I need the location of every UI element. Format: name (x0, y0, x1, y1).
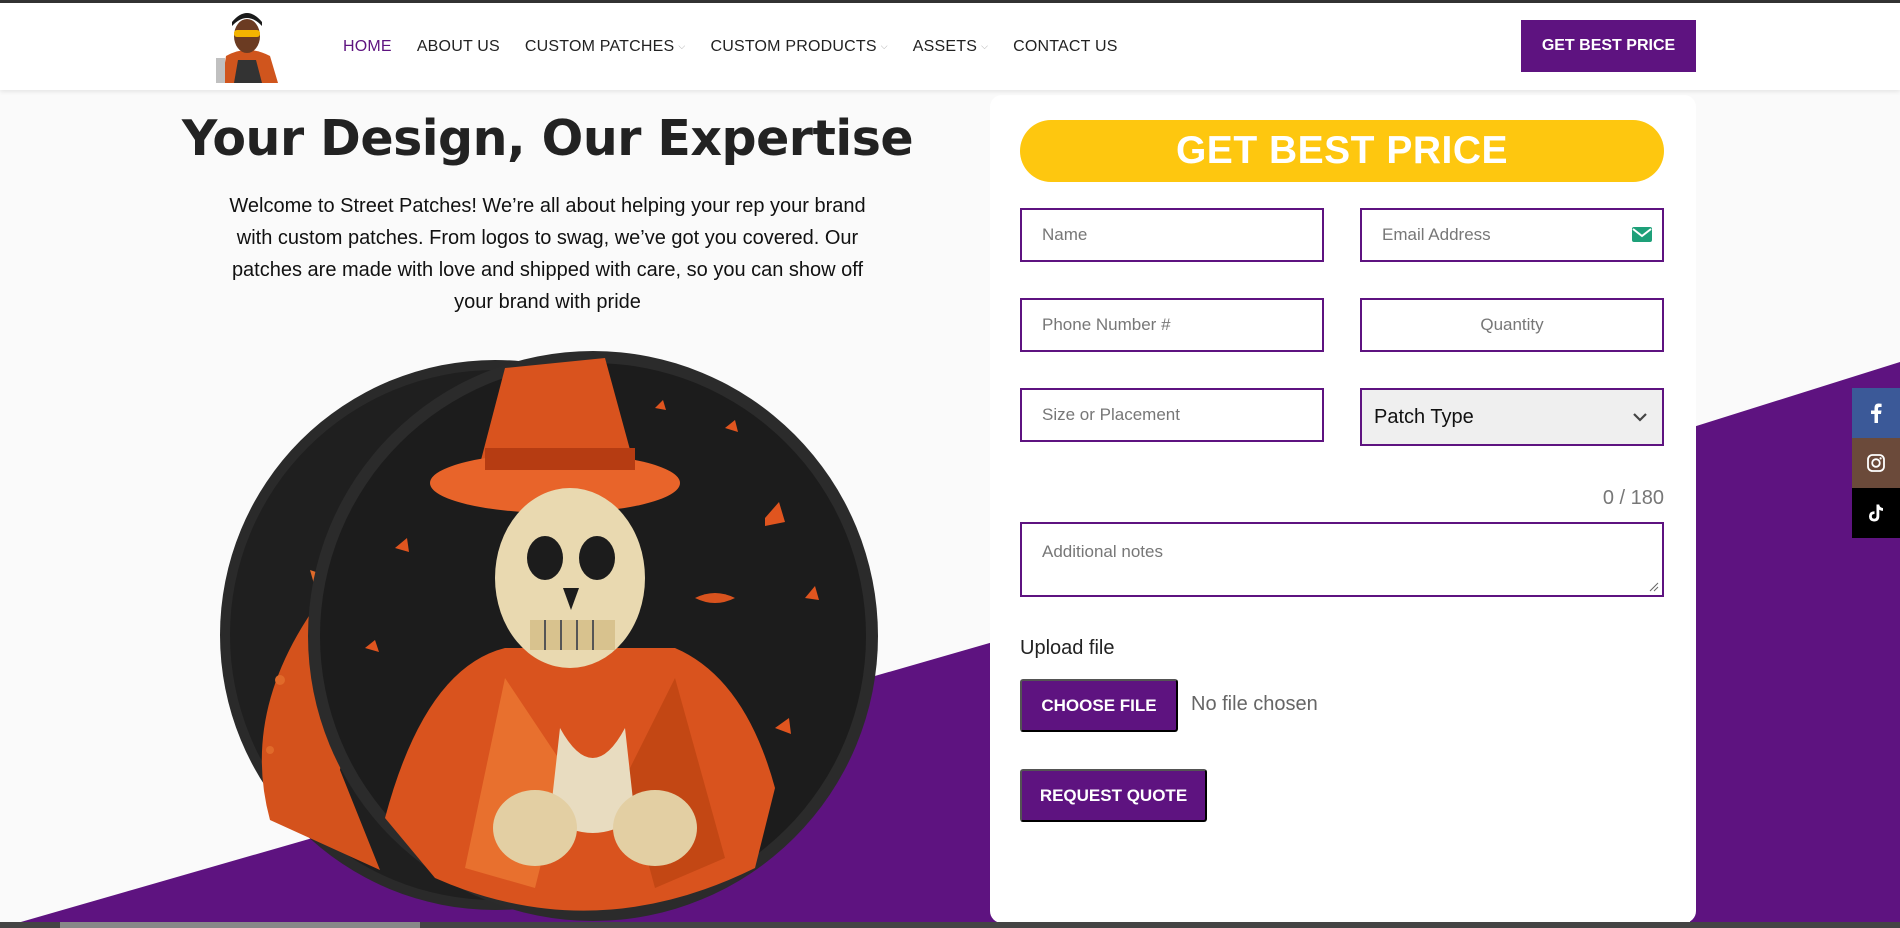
nav-about-us[interactable]: ABOUT US (417, 38, 500, 56)
instagram-icon (1867, 454, 1885, 472)
chevron-down-icon: ⌵ (880, 41, 888, 51)
email-placeholder: Email Address (1382, 225, 1491, 244)
site-header: HOME ABOUT US CUSTOM PATCHES ⌵ CUSTOM PRO… (0, 3, 1900, 90)
quantity-input[interactable]: Quantity (1360, 298, 1664, 352)
notes-placeholder: Additional notes (1042, 542, 1163, 561)
hero-description: Welcome to Street Patches! We’re all abo… (229, 195, 866, 313)
request-quote-button[interactable]: REQUEST QUOTE (1020, 769, 1207, 822)
nav-assets[interactable]: ASSETS ⌵ (913, 38, 988, 56)
email-input[interactable]: Email Address (1360, 208, 1664, 262)
facebook-link[interactable] (1852, 388, 1900, 438)
choose-file-button[interactable]: CHOOSE FILE (1020, 679, 1178, 732)
patch-type-value: Patch Type (1374, 405, 1474, 428)
avatar-logo[interactable] (212, 8, 282, 83)
upload-file-label: Upload file (1020, 637, 1115, 659)
size-placement-input[interactable]: Size or Placement (1020, 388, 1324, 442)
patch-type-select[interactable]: Patch Type (1360, 388, 1664, 446)
nav-contact-us[interactable]: CONTACT US (1013, 38, 1118, 56)
quantity-placeholder: Quantity (1480, 315, 1544, 334)
patch-image-front (308, 351, 878, 921)
size-placeholder: Size or Placement (1042, 405, 1180, 424)
no-file-chosen-text: No file chosen (1191, 693, 1318, 715)
chevron-down-icon (1633, 413, 1647, 422)
nav-custom-products[interactable]: CUSTOM PRODUCTS ⌵ (710, 38, 887, 56)
phone-placeholder: Phone Number # (1042, 315, 1171, 334)
tiktok-link[interactable] (1852, 488, 1900, 538)
scrollbar-thumb[interactable] (60, 922, 420, 928)
header-get-best-price-button[interactable]: GET BEST PRICE (1521, 20, 1696, 72)
facebook-icon (1871, 403, 1882, 423)
nav-custom-patches[interactable]: CUSTOM PATCHES ⌵ (525, 38, 686, 56)
name-placeholder: Name (1042, 225, 1088, 244)
name-input[interactable]: Name (1020, 208, 1324, 262)
hero-title: Your Design, Our Expertise (181, 110, 914, 167)
instagram-link[interactable] (1852, 438, 1900, 488)
mail-icon (1632, 227, 1652, 242)
additional-notes-textarea[interactable]: Additional notes (1020, 522, 1664, 597)
character-counter: 0 / 180 (1602, 487, 1664, 509)
resize-grip-icon[interactable] (1649, 582, 1659, 592)
form-title: GET BEST PRICE (1020, 120, 1664, 182)
main-nav: HOME ABOUT US CUSTOM PATCHES ⌵ CUSTOM PRO… (343, 3, 1143, 90)
chevron-down-icon: ⌵ (678, 41, 686, 51)
chevron-down-icon: ⌵ (981, 41, 989, 51)
phone-input[interactable]: Phone Number # (1020, 298, 1324, 352)
quote-form-card: GET BEST PRICE Name Email Address Phone … (990, 95, 1696, 923)
nav-home[interactable]: HOME (343, 38, 392, 56)
tiktok-icon (1869, 504, 1883, 522)
